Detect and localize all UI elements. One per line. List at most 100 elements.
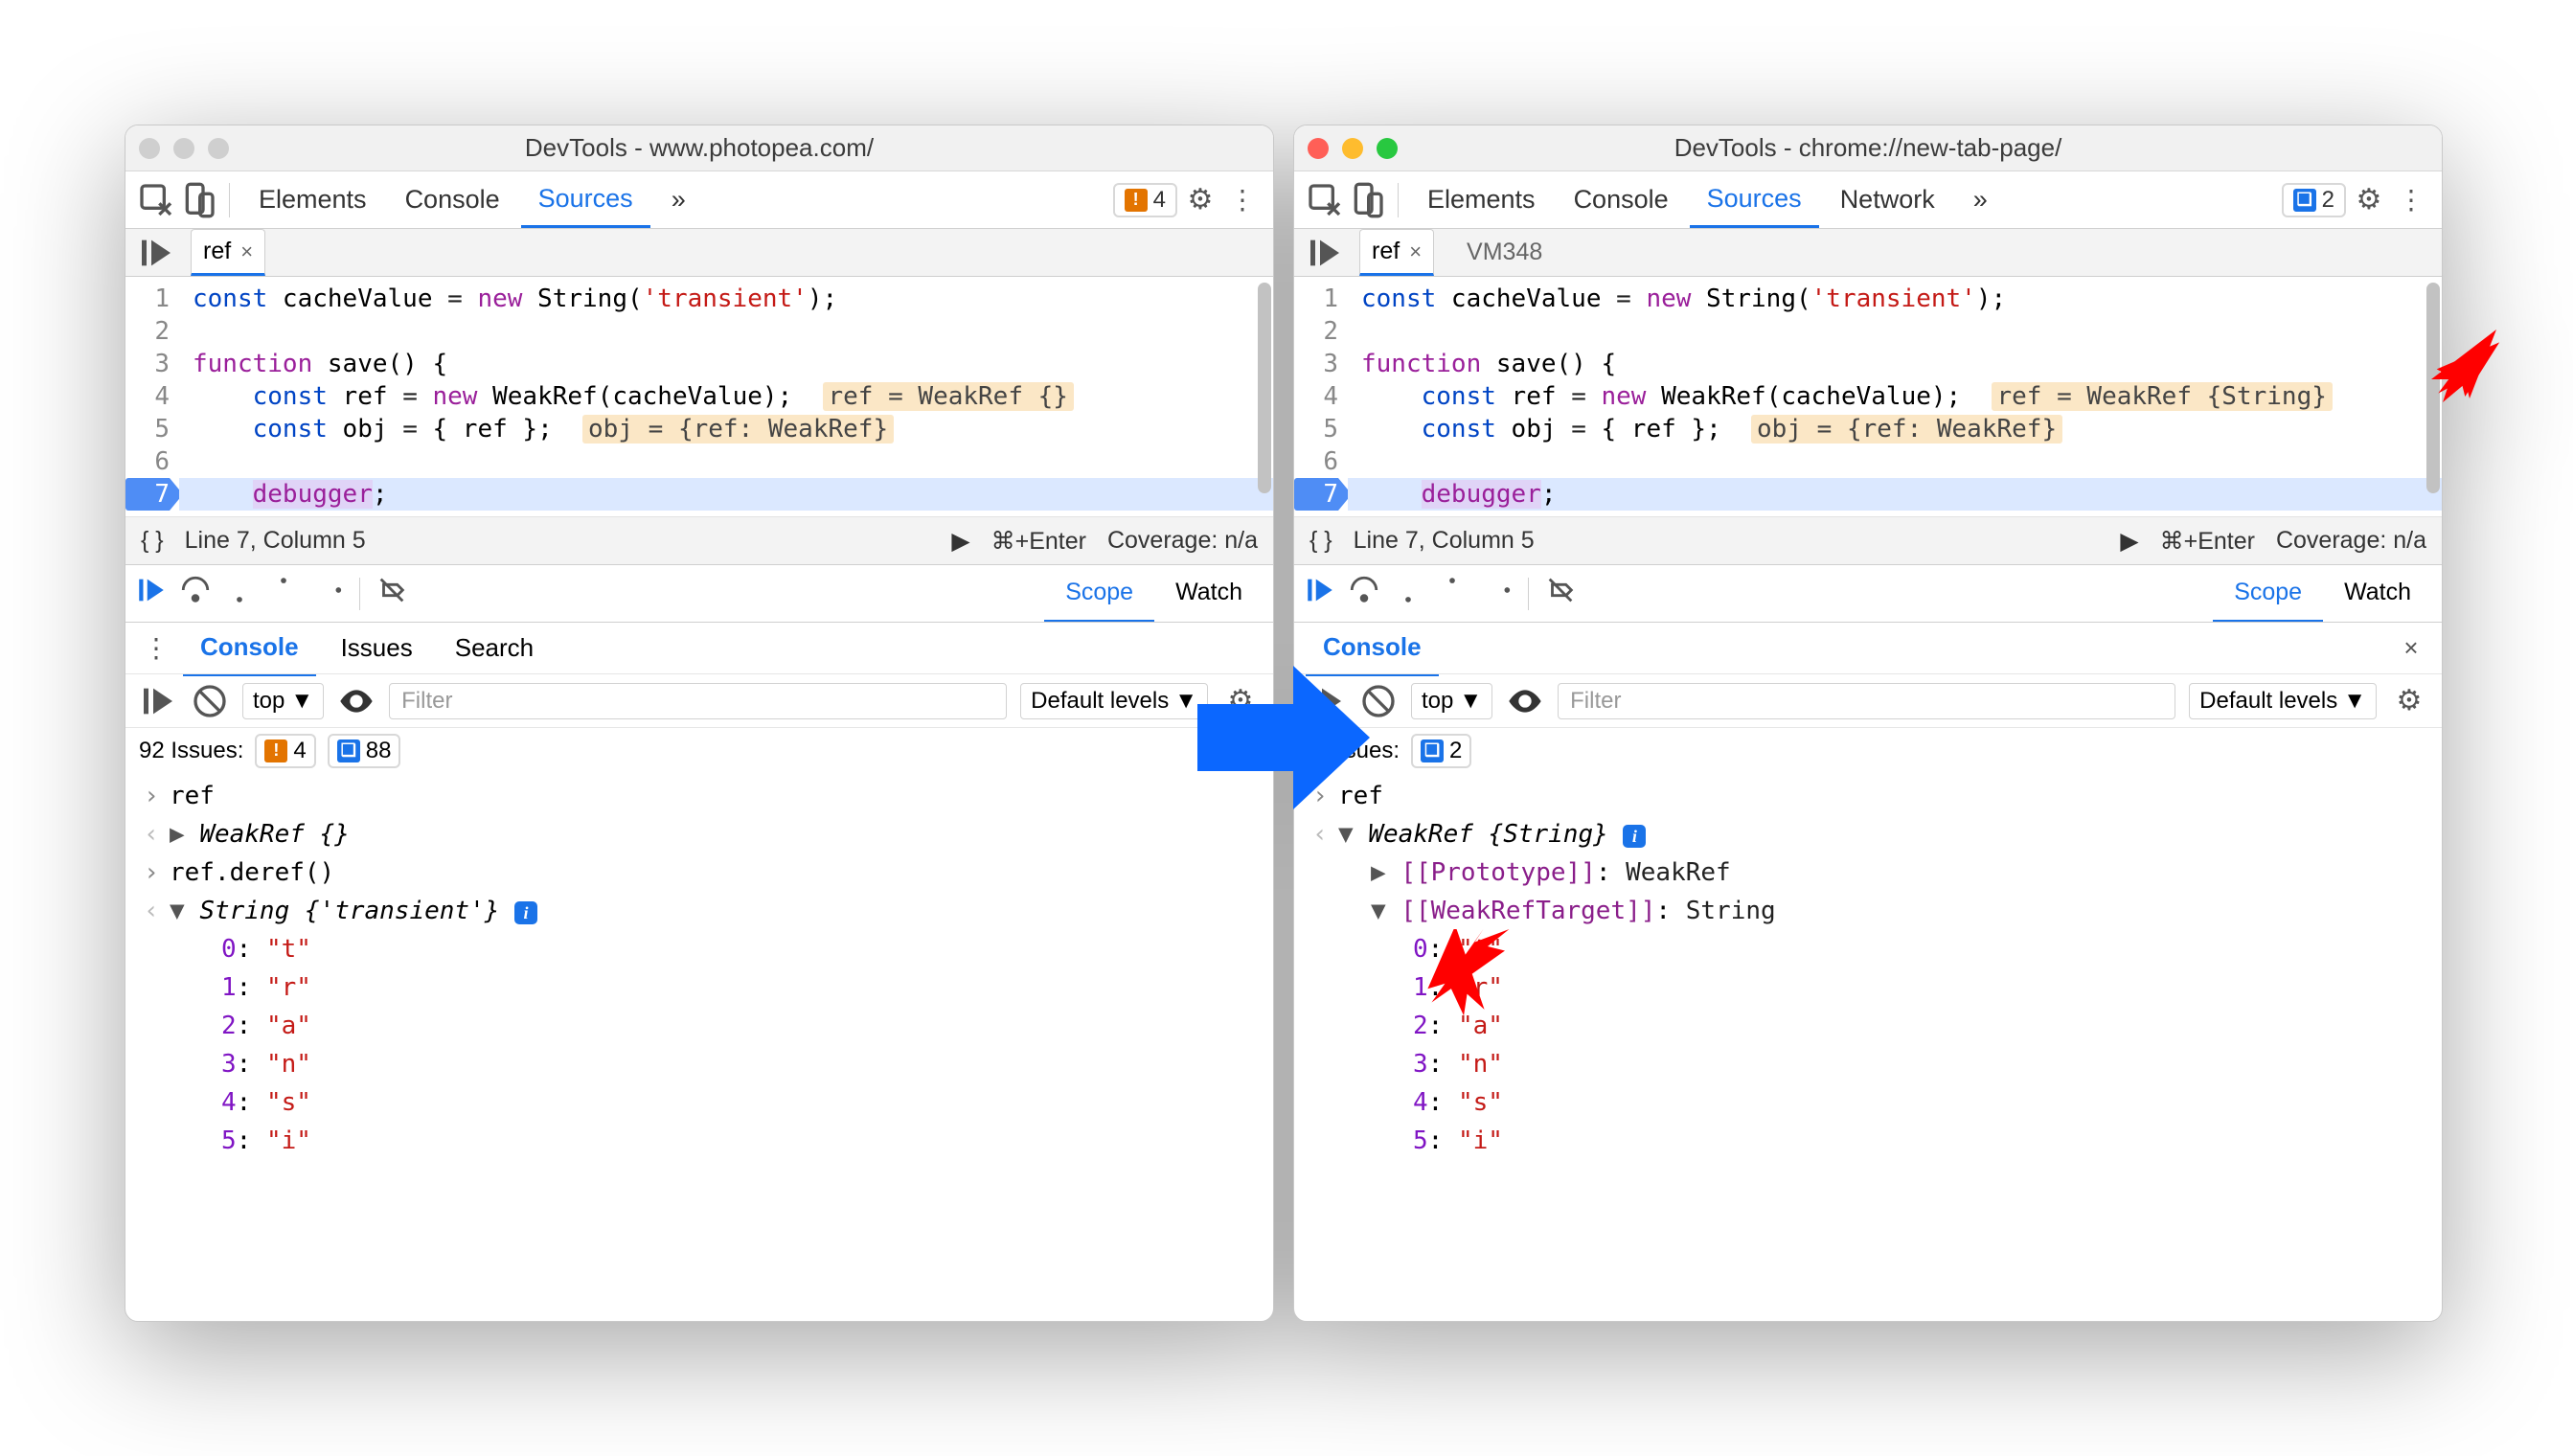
filter-input[interactable]: Filter — [1558, 683, 2175, 719]
code-editor[interactable]: 1234567 const cacheValue = new String('t… — [1294, 277, 2442, 516]
tab-elements[interactable]: Elements — [1410, 173, 1553, 226]
issues-info-pill[interactable]: ❑88 — [328, 734, 401, 768]
source-tab-ref[interactable]: ref × — [1359, 229, 1434, 276]
tab-sources[interactable]: Sources — [521, 172, 650, 228]
close-dot[interactable] — [139, 138, 160, 159]
filter-input[interactable]: Filter — [389, 683, 1007, 719]
editor-status-bar: { } Line 7, Column 5 ▶ ⌘+Enter Coverage:… — [125, 516, 1273, 564]
console-log[interactable]: ›ref ‹▶ WeakRef {} ›ref.deref() ‹▼ Strin… — [125, 773, 1273, 1321]
tab-console[interactable]: Console — [1557, 173, 1686, 226]
run-icon[interactable]: ▶ — [951, 527, 969, 556]
resume-icon[interactable] — [1306, 234, 1344, 272]
tab-search[interactable]: Search — [438, 622, 551, 674]
log-levels-selector[interactable]: Default levels ▼ — [1020, 683, 1208, 719]
tab-console[interactable]: Console — [1306, 621, 1439, 676]
run-shortcut: ⌘+Enter — [991, 527, 1086, 556]
run-shortcut: ⌘+Enter — [2160, 527, 2255, 556]
clear-console-icon[interactable] — [191, 682, 229, 720]
tabs-overflow-icon[interactable]: » — [654, 173, 703, 226]
inspect-icon[interactable] — [137, 181, 175, 219]
source-tab-ref[interactable]: ref × — [191, 229, 265, 276]
close-icon[interactable]: × — [2392, 629, 2430, 668]
device-icon[interactable] — [1348, 181, 1386, 219]
minimize-dot[interactable] — [173, 138, 194, 159]
issues-label: 92 Issues: — [139, 738, 243, 764]
kebab-icon[interactable]: ⋮ — [137, 629, 175, 668]
code-editor[interactable]: 1234567 const cacheValue = new String('t… — [125, 277, 1273, 516]
pretty-print-icon[interactable]: { } — [141, 527, 164, 555]
object-property-row: 2: "a" — [125, 1007, 1273, 1045]
main-tab-bar: Elements Console Sources Network » ❑ 2 ⚙… — [1294, 171, 2442, 229]
pause-icon[interactable] — [1304, 574, 1336, 613]
run-icon[interactable]: ▶ — [2120, 527, 2138, 556]
tab-scope[interactable]: Scope — [2213, 565, 2323, 623]
tab-scope[interactable]: Scope — [1044, 565, 1154, 623]
tab-network[interactable]: Network — [1823, 173, 1952, 226]
pretty-print-icon[interactable]: { } — [1309, 527, 1332, 555]
step-over-icon[interactable] — [179, 574, 212, 613]
kebab-icon[interactable]: ⋮ — [1223, 181, 1262, 219]
gear-icon[interactable]: ⚙ — [2390, 682, 2428, 720]
issues-info-pill[interactable]: ❑2 — [1411, 734, 1471, 768]
close-icon[interactable]: × — [240, 239, 253, 264]
issues-summary: 2 Issues: ❑2 — [1294, 727, 2442, 773]
editor-status-bar: { } Line 7, Column 5 ▶ ⌘+Enter Coverage:… — [1294, 516, 2442, 564]
deactivate-breakpoints-icon[interactable] — [1544, 574, 1577, 613]
eye-icon[interactable] — [1506, 682, 1544, 720]
step-icon[interactable] — [1480, 574, 1513, 613]
traffic-lights — [1308, 138, 1398, 159]
inline-value-ref: ref = WeakRef {} — [823, 382, 1074, 411]
step-over-icon[interactable] — [1348, 574, 1380, 613]
gear-icon[interactable]: ⚙ — [2350, 181, 2388, 219]
console-toolbar: top ▼ Filter Default levels ▼ ⚙ — [1294, 673, 2442, 727]
context-selector[interactable]: top ▼ — [242, 683, 324, 719]
pause-icon[interactable] — [135, 574, 168, 613]
step-into-icon[interactable] — [1392, 574, 1424, 613]
close-icon[interactable]: × — [1409, 239, 1422, 264]
object-property-row: 0: "t" — [125, 930, 1273, 968]
clear-console-icon[interactable] — [1359, 682, 1398, 720]
tabs-overflow-icon[interactable]: » — [1956, 173, 2005, 226]
info-badge[interactable]: ❑ 2 — [2282, 183, 2346, 217]
minimize-dot[interactable] — [1342, 138, 1363, 159]
console-toolbar: top ▼ Filter Default levels ▼ ⚙ — [125, 673, 1273, 727]
context-selector[interactable]: top ▼ — [1411, 683, 1492, 719]
kebab-icon[interactable]: ⋮ — [2392, 181, 2430, 219]
log-levels-selector[interactable]: Default levels ▼ — [2189, 683, 2377, 719]
step-out-icon[interactable] — [1436, 574, 1469, 613]
editor-scrollbar[interactable] — [1258, 283, 1271, 493]
resume-icon[interactable] — [137, 234, 175, 272]
deactivate-breakpoints-icon[interactable] — [376, 574, 408, 613]
titlebar: DevTools - chrome://new-tab-page/ — [1294, 125, 2442, 171]
tab-console[interactable]: Console — [183, 621, 316, 676]
tab-issues[interactable]: Issues — [324, 622, 430, 674]
warn-count: 4 — [1153, 187, 1166, 214]
issues-warn-pill[interactable]: !4 — [255, 734, 315, 768]
step-out-icon[interactable] — [267, 574, 300, 613]
object-property-row: 3: "n" — [125, 1045, 1273, 1083]
source-tabs-row: ref × — [125, 229, 1273, 277]
warnings-badge[interactable]: ! 4 — [1113, 183, 1177, 217]
divider — [359, 578, 360, 610]
tab-watch[interactable]: Watch — [1154, 565, 1264, 623]
step-icon[interactable] — [311, 574, 344, 613]
inline-value-ref: ref = WeakRef {String} — [1992, 382, 2333, 411]
gear-icon[interactable]: ⚙ — [1221, 682, 1260, 720]
console-log[interactable]: ›ref ‹▼ WeakRef {String} i ▶ [[Prototype… — [1294, 773, 2442, 1321]
source-tab-vm[interactable]: VM348 — [1449, 227, 1560, 278]
resume-icon[interactable] — [139, 682, 177, 720]
step-into-icon[interactable] — [223, 574, 256, 613]
tab-sources[interactable]: Sources — [1690, 172, 1819, 228]
close-dot[interactable] — [1308, 138, 1329, 159]
tab-console[interactable]: Console — [388, 173, 517, 226]
zoom-dot[interactable] — [1377, 138, 1398, 159]
gear-icon[interactable]: ⚙ — [1181, 181, 1219, 219]
resume-icon[interactable] — [1308, 682, 1346, 720]
inspect-icon[interactable] — [1306, 181, 1344, 219]
tab-watch[interactable]: Watch — [2323, 565, 2432, 623]
device-icon[interactable] — [179, 181, 217, 219]
tab-elements[interactable]: Elements — [241, 173, 384, 226]
zoom-dot[interactable] — [208, 138, 229, 159]
eye-icon[interactable] — [337, 682, 376, 720]
editor-scrollbar[interactable] — [2426, 283, 2440, 493]
